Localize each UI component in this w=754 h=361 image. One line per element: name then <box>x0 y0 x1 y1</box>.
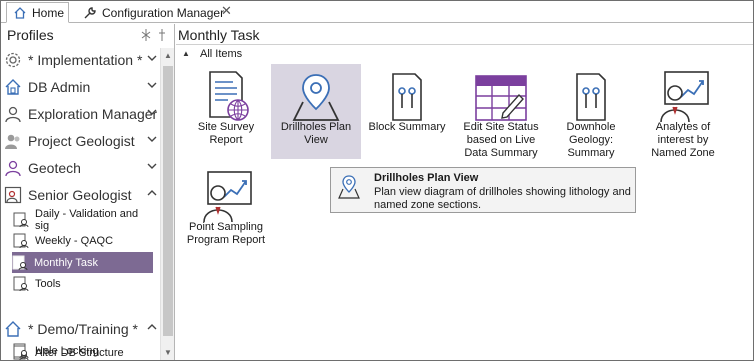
profile-item-label: Daily - Validation and sig <box>35 207 139 232</box>
house-icon <box>3 319 23 339</box>
profile-group-label: * Demo/Training * <box>28 321 138 337</box>
tile-label: Drillholes Plan View <box>280 121 352 146</box>
map-pin-icon <box>338 175 360 199</box>
profile-group-senior-geologist[interactable]: Senior Geologist <box>3 183 159 207</box>
profile-item-daily-validation[interactable]: Daily - Validation and sig <box>13 207 153 232</box>
scroll-up-icon[interactable]: ▲ <box>163 51 173 61</box>
tooltip-title: Drillholes Plan View <box>374 172 479 184</box>
report-icon <box>12 255 28 271</box>
home-icon <box>13 6 27 20</box>
page-title: Monthly Task <box>178 27 260 43</box>
report-icon <box>13 343 29 359</box>
map-pin-icon <box>292 74 340 121</box>
tile-label: Analytes of interest by Named Zone <box>651 121 715 159</box>
report-icon <box>13 233 29 249</box>
tile-label: Point Sampling Program Report <box>186 221 266 246</box>
profile-group-exploration-manager[interactable]: Exploration Manager <box>3 102 159 126</box>
sidebar-header: Profiles <box>7 27 54 43</box>
profile-group-demo-training[interactable]: * Demo/Training * <box>3 317 159 341</box>
presenter-icon <box>3 185 23 205</box>
tooltip-description: Plan view diagram of drillholes showing … <box>374 186 631 211</box>
tile-label: Downhole Geology: Summary <box>566 121 616 159</box>
tile-drillholes-plan-view[interactable]: Drillholes Plan View <box>271 64 361 159</box>
presenter-chart-icon <box>660 71 709 123</box>
person-icon <box>3 104 23 124</box>
section-label: All Items <box>200 48 243 60</box>
tile-analytes-of-interest[interactable]: Analytes of interest by Named Zone <box>638 64 728 159</box>
table-edit-icon <box>475 75 527 121</box>
profile-item-label: Hole Locking <box>35 344 99 357</box>
profile-group-label: * Implementation * <box>28 52 143 68</box>
tooltip: Drillholes Plan View Plan view diagram o… <box>330 167 636 213</box>
chevron-up-icon[interactable] <box>147 322 157 332</box>
chevron-down-icon[interactable] <box>147 80 157 90</box>
profile-group-label: Project Geologist <box>28 133 135 149</box>
tile-point-sampling-program-report[interactable]: Point Sampling Program Report <box>181 164 271 259</box>
chevron-down-icon[interactable] <box>147 161 157 171</box>
profile-group-label: Exploration Manager <box>28 106 158 122</box>
expand-all-icon[interactable] <box>141 29 151 41</box>
profile-list: * Implementation * DB Admin Exploration … <box>1 48 160 360</box>
person-tie-icon <box>3 158 23 178</box>
report-icon <box>13 212 29 228</box>
tab-home-label: Home <box>32 5 65 20</box>
profile-item-label: Tools <box>35 277 61 290</box>
profiles-sidebar: Profiles * Implementation * DB Admin Exp… <box>1 24 175 360</box>
chevron-down-icon[interactable] <box>147 107 157 117</box>
tile-block-summary[interactable]: Block Summary <box>362 64 452 159</box>
document-pins-icon <box>576 73 606 121</box>
tab-configuration-manager-label: Configuration Manager <box>102 5 225 20</box>
chevron-up-icon[interactable] <box>147 188 157 198</box>
profile-item-weekly-qaqc[interactable]: Weekly - QAQC <box>13 230 153 251</box>
profile-group-db-admin[interactable]: DB Admin <box>3 75 159 99</box>
tile-site-survey-report[interactable]: Site Survey Report <box>181 64 271 159</box>
tab-strip: Home Configuration Manager ✕ <box>1 1 753 23</box>
tile-edit-site-status[interactable]: Edit Site Status based on Live Data Summ… <box>456 64 546 159</box>
tile-label: Block Summary <box>368 121 446 133</box>
tab-home[interactable]: Home <box>6 2 69 23</box>
sidebar-pin-controls <box>141 29 171 41</box>
profile-group-label: Geotech <box>28 160 81 176</box>
scrollbar-thumb[interactable] <box>163 66 173 336</box>
tile-label: Edit Site Status based on Live Data Summ… <box>463 121 539 159</box>
wrench-icon <box>83 6 97 20</box>
profile-group-implementation[interactable]: * Implementation * <box>3 48 159 72</box>
profile-group-geotech[interactable]: Geotech <box>3 156 159 180</box>
close-icon[interactable]: ✕ <box>221 4 232 17</box>
report-icon <box>13 276 29 292</box>
chevron-down-icon[interactable] <box>147 53 157 63</box>
tile-downhole-geology-summary[interactable]: Downhole Geology: Summary <box>546 64 636 159</box>
profile-item-tools[interactable]: Tools <box>13 273 153 294</box>
profile-item-label: Monthly Task <box>34 256 98 269</box>
profile-group-label: DB Admin <box>28 79 91 95</box>
profile-item-hole-locking[interactable]: Hole Locking <box>13 340 153 361</box>
profile-item-label: Weekly - QAQC <box>35 234 114 247</box>
document-pins-icon <box>392 73 422 121</box>
document-globe-icon <box>209 71 249 121</box>
title-divider <box>176 44 753 45</box>
collapse-section-icon[interactable]: ▲ <box>182 49 192 59</box>
tile-label: Site Survey Report <box>197 121 255 146</box>
people-icon <box>3 131 23 151</box>
profile-group-label: Senior Geologist <box>28 187 132 203</box>
pin-icon[interactable] <box>157 29 167 41</box>
sidebar-scrollbar[interactable]: ▲ ▼ <box>160 48 174 360</box>
chevron-down-icon[interactable] <box>147 134 157 144</box>
gear-icon <box>3 50 23 70</box>
presenter-chart-icon <box>203 171 252 223</box>
scroll-down-icon[interactable]: ▼ <box>163 348 173 358</box>
database-house-icon <box>3 77 23 97</box>
profile-group-project-geologist[interactable]: Project Geologist <box>3 129 159 153</box>
profile-item-monthly-task[interactable]: Monthly Task <box>12 252 153 273</box>
